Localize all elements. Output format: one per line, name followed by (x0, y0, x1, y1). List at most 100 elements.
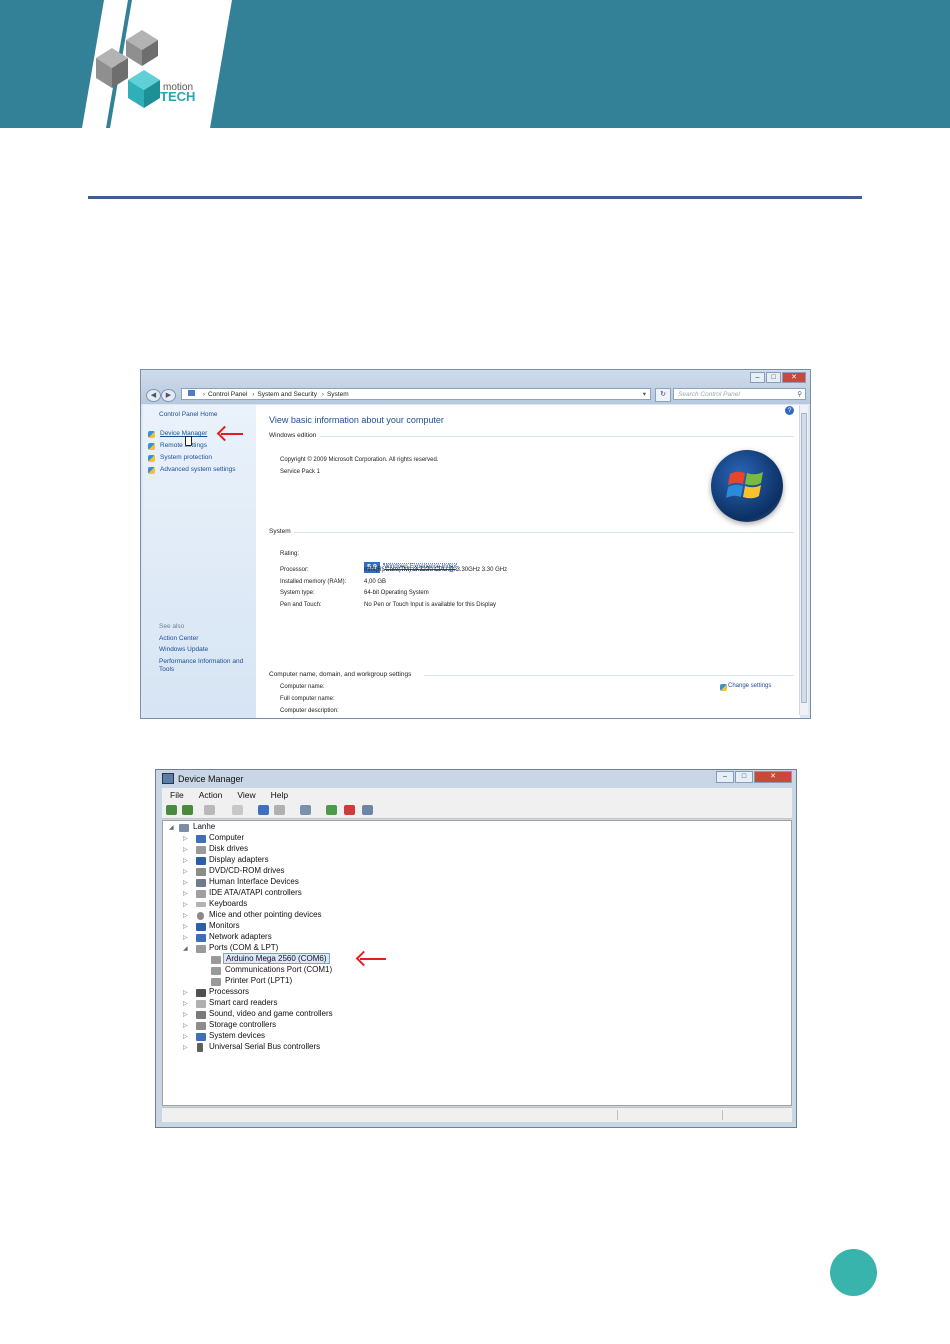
system-type-value: 64-bit Operating System (364, 590, 429, 596)
remote-settings-link[interactable]: Remote settings (160, 442, 207, 449)
action-center-link[interactable]: Action Center (159, 635, 198, 642)
forward-icon[interactable] (182, 805, 193, 815)
breadcrumb-system[interactable]: System (327, 391, 349, 398)
expand-icon[interactable]: ▷ (183, 912, 188, 919)
menu-file[interactable]: File (170, 788, 184, 802)
back-icon[interactable] (166, 805, 177, 815)
expand-icon[interactable]: ▷ (183, 1044, 188, 1051)
expand-icon[interactable]: ▷ (183, 923, 188, 930)
menu-bar: File Action View Help (162, 788, 792, 802)
expand-icon[interactable]: ▷ (183, 901, 188, 908)
back-icon[interactable]: ◀ (146, 389, 161, 402)
scan-hardware-icon[interactable] (300, 805, 311, 815)
tree-item[interactable]: Universal Serial Bus controllers (209, 1042, 320, 1051)
expand-icon[interactable]: ▷ (183, 835, 188, 842)
see-also-label: See also (159, 623, 185, 630)
tree-item[interactable]: Printer Port (LPT1) (225, 976, 292, 985)
advanced-settings-link[interactable]: Advanced system settings (160, 466, 236, 473)
close-icon[interactable]: ✕ (782, 372, 806, 383)
tree-item[interactable]: Keyboards (209, 899, 247, 908)
help-icon[interactable]: ? (785, 406, 794, 415)
refresh-icon[interactable]: ↻ (655, 388, 671, 402)
system-protection-link[interactable]: System protection (160, 454, 212, 461)
expand-icon[interactable]: ▷ (183, 868, 188, 875)
copyright-text: Copyright © 2009 Microsoft Corporation. … (280, 457, 439, 463)
change-settings-link[interactable]: Change settings (728, 683, 771, 689)
tree-item[interactable]: Disk drives (209, 844, 248, 853)
scrollbar[interactable] (799, 405, 808, 715)
expand-icon[interactable]: ▷ (183, 1011, 188, 1018)
maximize-icon[interactable]: □ (735, 771, 753, 783)
search-icon[interactable]: ⚲ (797, 389, 802, 401)
tree-item-arduino[interactable]: Arduino Mega 2560 (COM6) (223, 953, 330, 964)
performance-info-link[interactable]: Performance Information and (159, 658, 243, 665)
port-icon (211, 956, 221, 964)
windows-update-link[interactable]: Windows Update (159, 646, 208, 653)
logo-tech: TECH (160, 89, 195, 104)
expand-icon[interactable]: ▷ (183, 879, 188, 886)
tree-item-ports[interactable]: Ports (COM & LPT) (209, 943, 278, 952)
maximize-icon[interactable]: □ (766, 372, 781, 383)
tree-item[interactable]: DVD/CD-ROM drives (209, 866, 285, 875)
menu-help[interactable]: Help (271, 788, 288, 802)
device-manager-link[interactable]: Device Manager (160, 430, 207, 437)
menu-action[interactable]: Action (199, 788, 223, 802)
breadcrumb-system-security[interactable]: System and Security (257, 391, 317, 398)
help-icon[interactable] (258, 805, 269, 815)
collapse-icon[interactable]: ◢ (183, 945, 188, 952)
action-pane-icon[interactable] (274, 805, 285, 815)
forward-icon[interactable]: ▶ (161, 389, 176, 402)
device-manager-window: Device Manager – □ ✕ File Action View He… (155, 769, 797, 1128)
tree-item[interactable]: IDE ATA/ATAPI controllers (209, 888, 302, 897)
search-input[interactable]: Search Control Panel ⚲ (673, 388, 806, 400)
collapse-icon[interactable]: ◢ (169, 824, 174, 831)
menu-view[interactable]: View (237, 788, 255, 802)
uninstall-icon[interactable] (344, 805, 355, 815)
expand-icon[interactable]: ▷ (183, 1022, 188, 1029)
divider (320, 436, 794, 437)
expand-icon[interactable]: ▷ (183, 989, 188, 996)
close-icon[interactable]: ✕ (754, 771, 792, 783)
tree-item[interactable]: Sound, video and game controllers (209, 1009, 333, 1018)
tree-item[interactable]: Storage controllers (209, 1020, 276, 1029)
scrollbar-thumb[interactable] (801, 413, 807, 703)
tree-item[interactable]: Mice and other pointing devices (209, 910, 322, 919)
device-manager-titlebar: Device Manager (162, 773, 244, 784)
disable-icon[interactable] (362, 805, 373, 815)
performance-info-link-tools[interactable]: Tools (159, 666, 174, 673)
tree-item[interactable]: Human Interface Devices (209, 877, 299, 886)
expand-icon[interactable]: ▷ (183, 846, 188, 853)
red-arrow-icon (360, 958, 386, 960)
update-driver-icon[interactable] (326, 805, 337, 815)
expand-icon[interactable]: ▷ (183, 890, 188, 897)
system-type-label: System type: (280, 590, 315, 596)
status-divider (617, 1110, 618, 1120)
system-window: – □ ✕ ◀ ▶ › Control Panel › System and Sec… (140, 369, 811, 719)
expand-icon[interactable]: ▷ (183, 1000, 188, 1007)
tree-item[interactable]: Smart card readers (209, 998, 277, 1007)
control-panel-home-link[interactable]: Control Panel Home (159, 411, 218, 418)
breadcrumb-control-panel[interactable]: Control Panel (208, 391, 247, 398)
expand-icon[interactable]: ▷ (183, 934, 188, 941)
tree-root[interactable]: Lanhe (193, 822, 215, 831)
tree-item[interactable]: System devices (209, 1031, 265, 1040)
shield-icon (720, 684, 727, 691)
minimize-icon[interactable]: – (750, 372, 765, 383)
status-bar (162, 1107, 792, 1122)
tree-item[interactable]: Network adapters (209, 932, 272, 941)
address-bar[interactable]: › Control Panel › System and Security › Sys… (181, 388, 651, 400)
minimize-icon[interactable]: – (716, 771, 734, 783)
tree-item[interactable]: Processors (209, 987, 249, 996)
chevron-down-icon[interactable]: ▾ (643, 389, 646, 401)
tree-item[interactable]: Display adapters (209, 855, 269, 864)
properties-icon[interactable] (232, 805, 243, 815)
divider (294, 532, 794, 533)
device-tree: ◢ Lanhe ▷ Computer ▷ Disk drives ▷ Displ… (162, 820, 792, 1106)
show-hide-tree-icon[interactable] (204, 805, 215, 815)
expand-icon[interactable]: ▷ (183, 1033, 188, 1040)
tree-item[interactable]: Communications Port (COM1) (225, 965, 332, 974)
tree-item[interactable]: Computer (209, 833, 244, 842)
control-panel-icon (188, 390, 195, 396)
tree-item[interactable]: Monitors (209, 921, 240, 930)
expand-icon[interactable]: ▷ (183, 857, 188, 864)
